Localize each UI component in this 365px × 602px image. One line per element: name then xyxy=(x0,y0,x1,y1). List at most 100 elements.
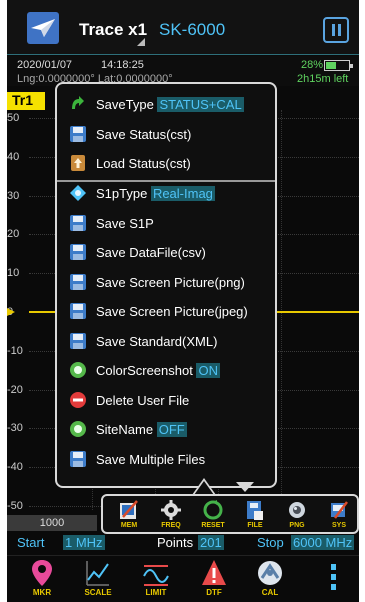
save-icon xyxy=(69,302,87,320)
s1p-type-icon xyxy=(69,184,87,202)
menu-item-save-screen-picture-png[interactable]: Save Screen Picture(png) xyxy=(57,269,275,297)
toolbar-label: FREQ xyxy=(161,522,181,529)
stop-label: Stop xyxy=(257,535,284,550)
y-tick-label: 10 xyxy=(7,267,20,280)
scale-button[interactable]: SCALE xyxy=(73,558,123,602)
menu-item-text: Save Screen Picture(png) xyxy=(96,275,245,290)
dtf-label: DTF xyxy=(206,588,222,597)
toolbar-label: FILE xyxy=(247,522,263,529)
menu-item-text: SaveType xyxy=(96,97,158,112)
menu-item-value: OFF xyxy=(156,422,187,437)
limit-label: LIMIT xyxy=(145,588,167,597)
menu-item-value: Real-Imag xyxy=(150,186,215,201)
cal-button[interactable]: CAL xyxy=(245,558,295,602)
toolbar-freq-button[interactable]: FREQ xyxy=(151,497,191,533)
menu-item-text: ColorScreenshot xyxy=(96,363,197,378)
menu-item-label: Save Screen Picture(jpeg) xyxy=(96,304,248,319)
points-value[interactable]: 201 xyxy=(198,535,224,550)
menu-item-label: Delete User File xyxy=(96,393,189,408)
save-icon xyxy=(69,332,87,350)
toolbar-png-button[interactable]: PNG xyxy=(277,497,317,533)
popup-pointer xyxy=(236,482,254,492)
more-options-icon[interactable] xyxy=(331,564,337,594)
menu-item-label: Save Multiple Files xyxy=(96,452,205,467)
reference-marker xyxy=(7,308,15,316)
toolbar-sys-button[interactable]: SYS xyxy=(319,497,359,533)
menu-item-text: Save Standard(XML) xyxy=(96,334,218,349)
toolbar-mem-button[interactable]: MEM xyxy=(109,497,149,533)
cal-label: CAL xyxy=(261,588,279,597)
menu-item-label: Save S1P xyxy=(96,216,154,231)
menu-item-sitename[interactable]: SiteName OFF xyxy=(57,416,275,444)
menu-item-colorscreenshot[interactable]: ColorScreenshot ON xyxy=(57,357,275,385)
menu-item-value: STATUS+CAL xyxy=(157,97,244,112)
stop-frequency[interactable]: 6000 MHz xyxy=(291,535,355,550)
menu-item-delete-user-file[interactable]: Delete User File xyxy=(57,387,275,415)
y-tick-label: -50 xyxy=(7,500,23,512)
dtf-button[interactable]: DTF xyxy=(189,558,239,602)
top-bar: Trace x1 SK-6000 xyxy=(7,0,359,55)
save-icon xyxy=(69,450,87,468)
mkr-label: MKR xyxy=(32,588,52,597)
toggle-icon xyxy=(69,361,87,379)
menu-item-label: Save DataFile(csv) xyxy=(96,245,206,260)
menu-item-label: ColorScreenshot ON xyxy=(96,363,220,378)
scale-icon xyxy=(86,561,109,586)
menu-item-text: Save Multiple Files xyxy=(96,452,206,467)
dtf-icon xyxy=(202,560,226,585)
menu-item-save-screen-picture-jpeg[interactable]: Save Screen Picture(jpeg) xyxy=(57,298,275,326)
mkr-button[interactable]: MKR xyxy=(17,558,67,602)
toolbar-label: MEM xyxy=(120,522,138,529)
toggle-icon xyxy=(69,420,87,438)
toolbar-pointer xyxy=(192,478,216,495)
calibration-icon xyxy=(258,561,282,585)
y-tick-label: -20 xyxy=(7,383,23,396)
pause-button[interactable] xyxy=(323,17,349,43)
vertical-gridline xyxy=(281,110,282,510)
toolbar-label: PNG xyxy=(289,522,305,529)
menu-item-label: SaveType STATUS+CAL xyxy=(96,97,244,112)
menu-item-save-s1p[interactable]: Save S1P xyxy=(57,210,275,238)
menu-item-value: ON xyxy=(196,363,220,378)
function-toolbar: MEM FREQ RESET FILE PNG SYS xyxy=(101,494,359,534)
save-icon xyxy=(69,273,87,291)
menu-item-save-standard-xml[interactable]: Save Standard(XML) xyxy=(57,328,275,356)
y-tick-label: -40 xyxy=(7,461,23,474)
menu-item-save-status-cst[interactable]: Save Status(cst) xyxy=(57,121,275,149)
start-frequency[interactable]: 1 MHz xyxy=(63,535,105,550)
toolbar-file-button[interactable]: FILE xyxy=(235,497,275,533)
toolbar-label: RESET xyxy=(201,522,225,529)
menu-item-text: Load Status(cst) xyxy=(96,156,191,171)
menu-item-save-datafile-csv[interactable]: Save DataFile(csv) xyxy=(57,239,275,267)
save-icon xyxy=(69,214,87,232)
y-tick-label: 20 xyxy=(7,228,20,241)
menu-item-label: Save Screen Picture(png) xyxy=(96,275,245,290)
menu-item-save-multiple-files[interactable]: Save Multiple Files xyxy=(57,446,275,474)
dropdown-corner-icon xyxy=(137,38,145,46)
battery-time-left: 2h15m left xyxy=(297,73,349,85)
toolbar-reset-button[interactable]: RESET xyxy=(193,497,233,533)
battery-icon xyxy=(324,60,353,71)
load-icon xyxy=(69,154,87,172)
menu-item-label: Load Status(cst) xyxy=(96,156,191,171)
trace-tag[interactable]: Tr1 xyxy=(7,92,45,110)
y-tick-label: 50 xyxy=(7,112,20,124)
file-menu-popup: SaveType STATUS+CAL Save Status(cst) Load … xyxy=(55,82,277,488)
limit-icon xyxy=(143,565,169,586)
menu-item-label: S1pType Real-Imag xyxy=(96,186,215,201)
device-model: SK-6000 xyxy=(159,20,226,39)
menu-item-load-status-cst[interactable]: Load Status(cst) xyxy=(57,150,275,178)
toolbar-label: SYS xyxy=(331,522,346,529)
menu-item-text: Save S1P xyxy=(96,216,154,231)
menu-item-s1ptype[interactable]: S1pType Real-Imag xyxy=(57,180,275,208)
menu-item-savetype[interactable]: SaveType STATUS+CAL xyxy=(57,91,275,119)
delete-icon xyxy=(69,391,87,409)
menu-item-text: Save Status(cst) xyxy=(96,127,192,142)
date-text: 2020/01/07 xyxy=(17,59,73,71)
menu-item-text: Save Screen Picture(jpeg) xyxy=(96,304,248,319)
y-tick-label: -30 xyxy=(7,422,23,435)
limit-button[interactable]: LIMIT xyxy=(131,558,181,602)
trace-selector[interactable]: Trace x1 xyxy=(79,20,147,40)
app-logo-icon[interactable] xyxy=(27,12,59,44)
menu-item-label: SiteName OFF xyxy=(96,422,187,437)
